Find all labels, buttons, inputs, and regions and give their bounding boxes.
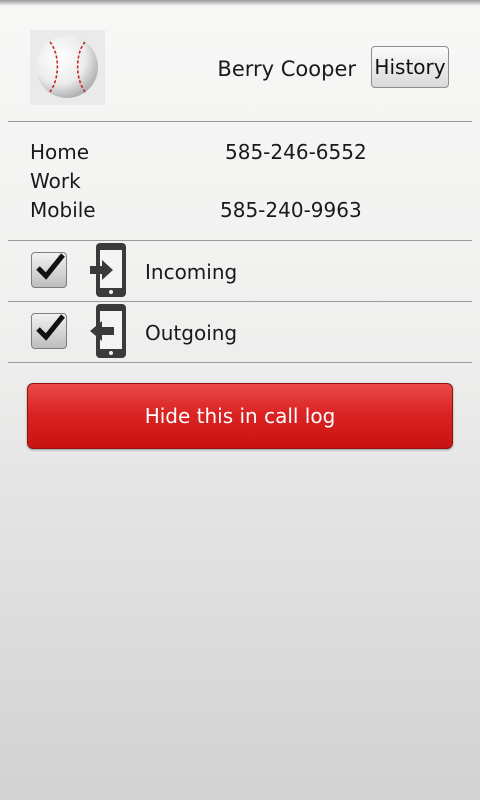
checkmark-icon [36, 314, 65, 341]
incoming-label: Incoming [145, 260, 238, 284]
outgoing-call-icon [90, 303, 128, 363]
incoming-call-icon [90, 242, 128, 302]
phone-label-home: Home [30, 140, 90, 164]
history-button[interactable]: History [371, 46, 449, 88]
divider [8, 121, 472, 122]
contact-avatar [30, 30, 105, 105]
phone-label-work: Work [30, 169, 81, 193]
baseball-icon [36, 36, 98, 98]
divider [8, 362, 472, 363]
phone-number-home[interactable]: 585-246-6552 [225, 138, 367, 167]
outgoing-checkbox[interactable] [31, 313, 67, 349]
divider [8, 240, 472, 241]
checkmark-icon [36, 253, 65, 280]
top-shadow [0, 0, 480, 6]
phone-label-mobile: Mobile [30, 198, 96, 222]
phone-number-mobile[interactable]: 585-240-9963 [220, 196, 362, 225]
incoming-checkbox[interactable] [31, 252, 67, 288]
outgoing-label: Outgoing [145, 321, 238, 345]
contact-name: Berry Cooper [217, 57, 356, 81]
hide-in-call-log-button[interactable]: Hide this in call log [27, 383, 453, 449]
divider [8, 301, 472, 302]
